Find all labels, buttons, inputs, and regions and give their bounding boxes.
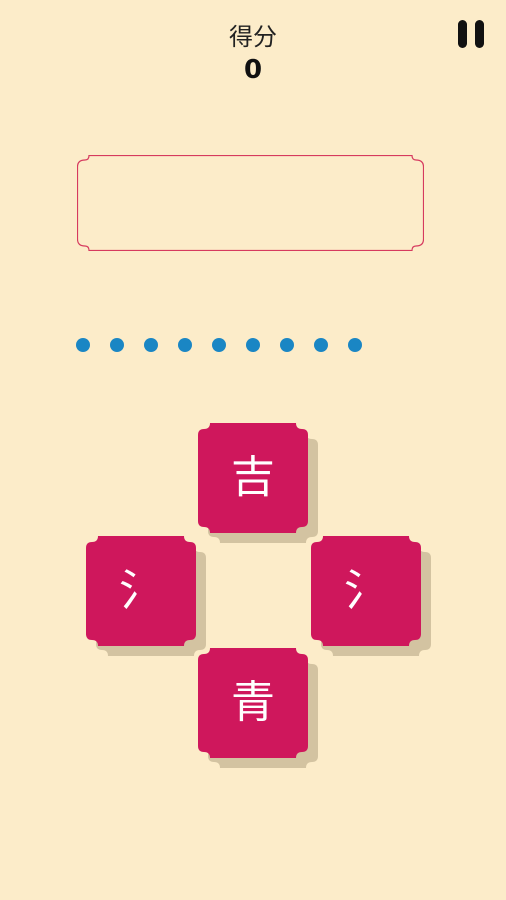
progress-dot xyxy=(110,338,124,352)
tile-right[interactable]: 氵 xyxy=(311,536,431,656)
progress-dot xyxy=(76,338,90,352)
progress-dot xyxy=(280,338,294,352)
progress-dot xyxy=(178,338,192,352)
tile-character: 吉 xyxy=(231,452,275,503)
progress-dot xyxy=(246,338,260,352)
tile-character: 青 xyxy=(231,677,275,728)
tile-left[interactable]: 氵 xyxy=(86,536,206,656)
progress-dot xyxy=(212,338,226,352)
score-label: 得分 xyxy=(229,23,277,51)
tile-character: 氵 xyxy=(119,565,163,616)
tile-top[interactable]: 吉 xyxy=(198,423,318,543)
tile-bottom[interactable]: 青 xyxy=(198,648,318,768)
tile-character: 氵 xyxy=(344,565,388,616)
pause-icon-bar xyxy=(475,20,484,48)
pause-button[interactable] xyxy=(456,20,486,50)
progress-dots xyxy=(0,338,506,354)
progress-dot xyxy=(144,338,158,352)
answer-text xyxy=(77,155,424,251)
progress-dot xyxy=(348,338,362,352)
progress-dot xyxy=(314,338,328,352)
score-value: 0 xyxy=(243,55,263,85)
answer-box xyxy=(77,155,424,251)
pause-icon xyxy=(458,20,467,48)
